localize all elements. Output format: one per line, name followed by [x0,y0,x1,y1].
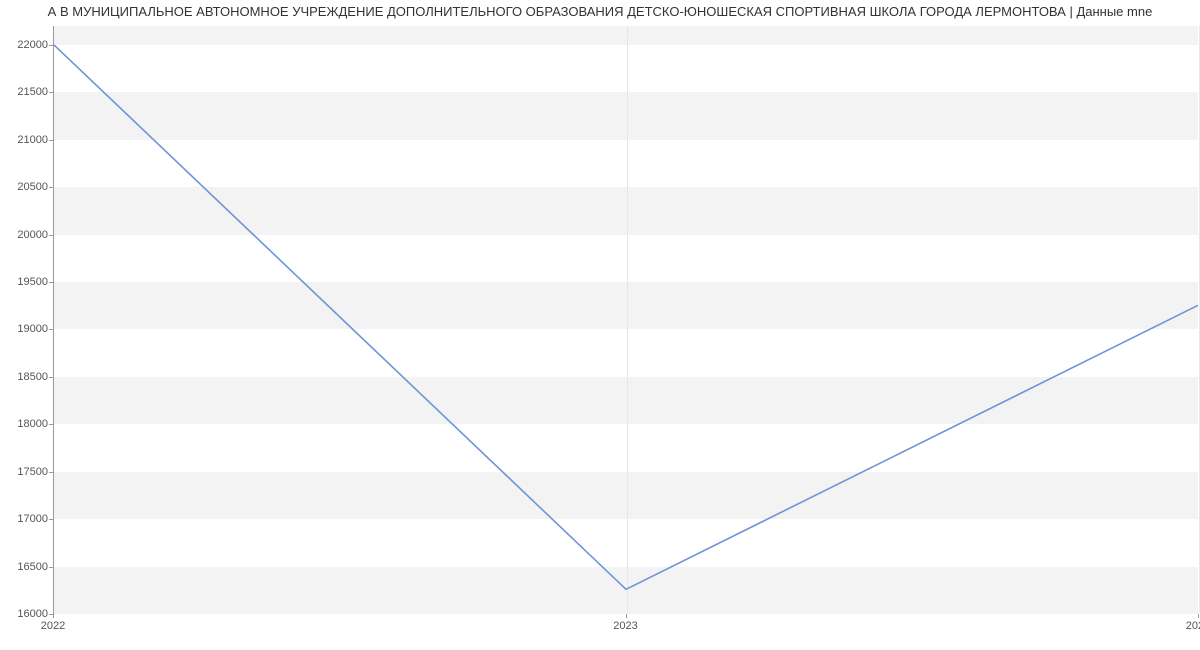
chart-container: А В МУНИЦИПАЛЬНОЕ АВТОНОМНОЕ УЧРЕЖДЕНИЕ … [0,0,1200,650]
x-tick-label: 2024 [1186,620,1200,632]
y-tick-label: 17500 [17,466,48,478]
x-tick-mark [626,614,627,618]
x-tick-label: 2022 [41,620,65,632]
x-tick-mark [53,614,54,618]
y-tick-label: 19500 [17,276,48,288]
y-tick-label: 19000 [17,323,48,335]
y-tick-label: 21000 [17,134,48,146]
y-tick-label: 20000 [17,229,48,241]
y-tick-label: 16500 [17,561,48,573]
line-series [54,26,1198,613]
y-tick-label: 18500 [17,371,48,383]
y-tick-label: 16000 [17,608,48,620]
y-tick-label: 17000 [17,513,48,525]
y-tick-label: 18000 [17,418,48,430]
x-tick-mark [1198,614,1199,618]
y-tick-label: 20500 [17,181,48,193]
y-tick-label: 21500 [17,86,48,98]
x-tick-label: 2023 [613,620,637,632]
plot-area [53,26,1198,614]
chart-title: А В МУНИЦИПАЛЬНОЕ АВТОНОМНОЕ УЧРЕЖДЕНИЕ … [0,4,1200,19]
y-tick-label: 22000 [17,39,48,51]
